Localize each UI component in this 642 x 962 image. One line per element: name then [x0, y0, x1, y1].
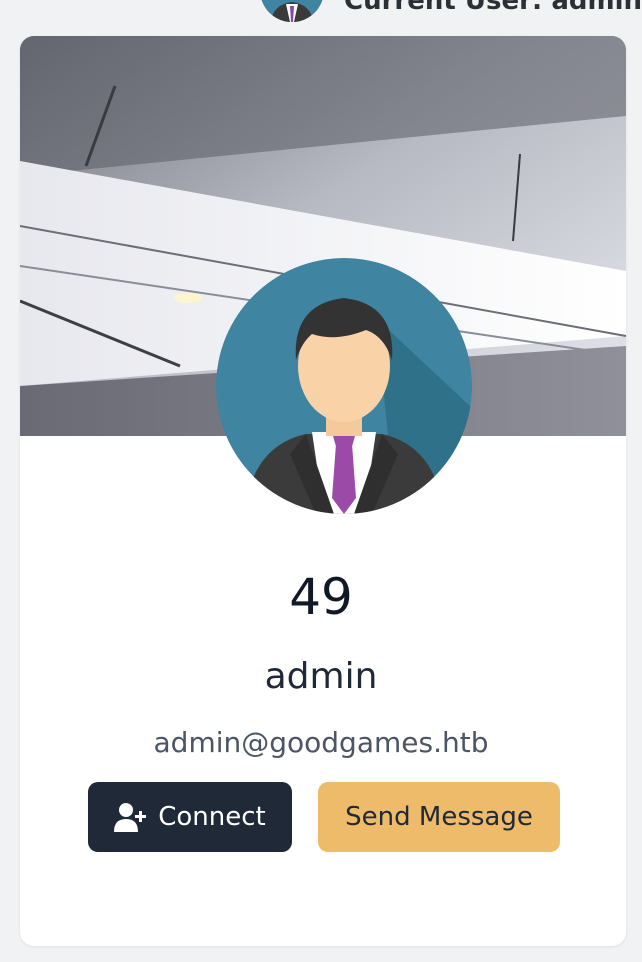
- send-message-label: Send Message: [345, 802, 533, 832]
- header-avatar[interactable]: [260, 0, 324, 22]
- bell-icon[interactable]: [162, 0, 198, 18]
- connect-button[interactable]: Connect: [88, 782, 292, 852]
- send-message-button[interactable]: Send Message: [318, 782, 560, 852]
- user-plus-icon: [114, 802, 148, 832]
- profile-username: admin: [264, 656, 378, 697]
- profile-email: admin@goodgames.htb: [153, 726, 489, 759]
- current-user-label[interactable]: Current User: admin: [344, 0, 642, 16]
- profile-stat: 49: [289, 568, 353, 626]
- connect-button-label: Connect: [158, 802, 266, 832]
- top-navbar: Current User: admin: [0, 0, 642, 30]
- profile-avatar: [216, 258, 472, 514]
